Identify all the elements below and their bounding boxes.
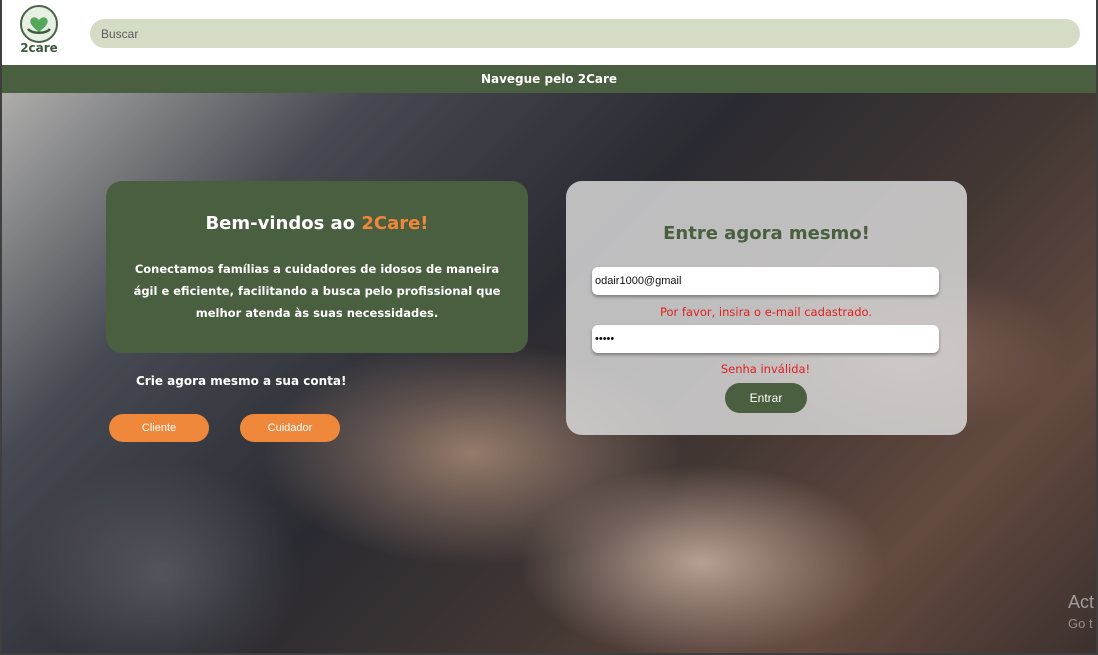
welcome-title-brand: 2Care! <box>361 213 429 234</box>
activation-watermark: Act <box>1068 592 1094 612</box>
email-field[interactable]: odair1000@gmail <box>592 267 939 295</box>
password-field[interactable]: ••••• <box>592 325 939 353</box>
hero-background-photo: Bem-vindos ao 2Care! Conectamos famílias… <box>2 93 1096 653</box>
welcome-description: Conectamos famílias a cuidadores de idos… <box>133 262 501 320</box>
login-title: Entre agora mesmo! <box>663 223 870 244</box>
header: 2care <box>2 0 1096 65</box>
nav-bar[interactable]: Navegue pelo 2Care <box>2 65 1096 93</box>
search-input[interactable] <box>90 19 1080 48</box>
carer-signup-button[interactable]: Cuidador <box>240 414 340 442</box>
welcome-title-prefix: Bem-vindos ao <box>205 213 362 234</box>
logo-text: 2care <box>20 41 58 55</box>
password-error-message: Senha inválida! <box>720 362 811 376</box>
signup-prompt: Crie agora mesmo a sua conta! <box>136 374 347 388</box>
heart-hands-icon <box>20 5 58 43</box>
welcome-card: Bem-vindos ao 2Care! Conectamos famílias… <box>106 181 528 353</box>
app-window: 2care Navegue pelo 2Care Bem-vindos ao 2… <box>0 0 1098 655</box>
welcome-title: Bem-vindos ao 2Care! <box>106 213 528 234</box>
email-error-message: Por favor, insira o e-mail cadastrado. <box>659 305 872 319</box>
login-button[interactable]: Entrar <box>725 383 807 413</box>
logo[interactable]: 2care <box>18 5 60 57</box>
activation-watermark-sub: Go t <box>1068 616 1093 631</box>
client-signup-button[interactable]: Cliente <box>109 414 209 442</box>
login-card: Entre agora mesmo! odair1000@gmail Por f… <box>566 181 967 435</box>
